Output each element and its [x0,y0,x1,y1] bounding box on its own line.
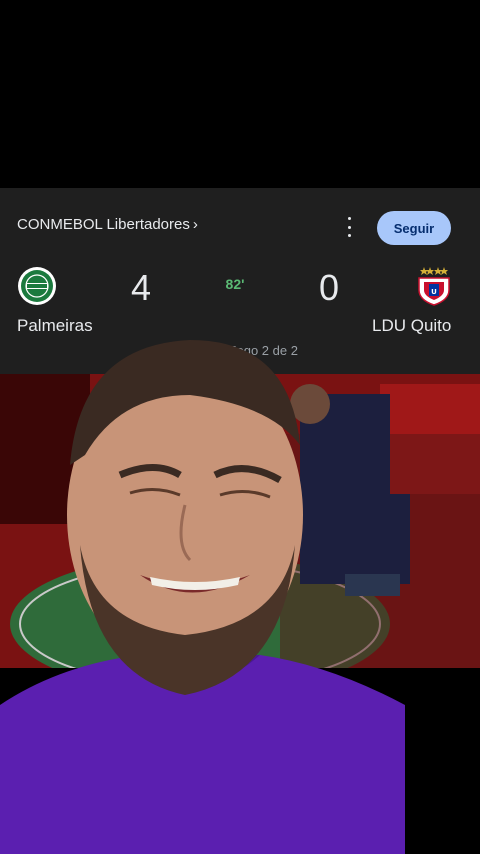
more-vert-icon[interactable] [340,216,358,238]
league-link[interactable]: CONMEBOL Libertadores › [17,216,198,233]
match-minute: 82' [225,276,245,292]
palmeiras-crest-icon [18,267,56,305]
league-label: CONMEBOL Libertadores [17,216,190,233]
chevron-right-icon: › [192,216,198,233]
follow-button[interactable]: Seguir [377,211,451,245]
home-score: 4 [130,267,152,308]
svg-text:U: U [431,288,437,296]
top-black-area [0,0,480,188]
creator-person-image [0,340,405,854]
away-score: 0 [318,267,340,308]
ldu-quito-crest-icon: U [418,267,450,306]
